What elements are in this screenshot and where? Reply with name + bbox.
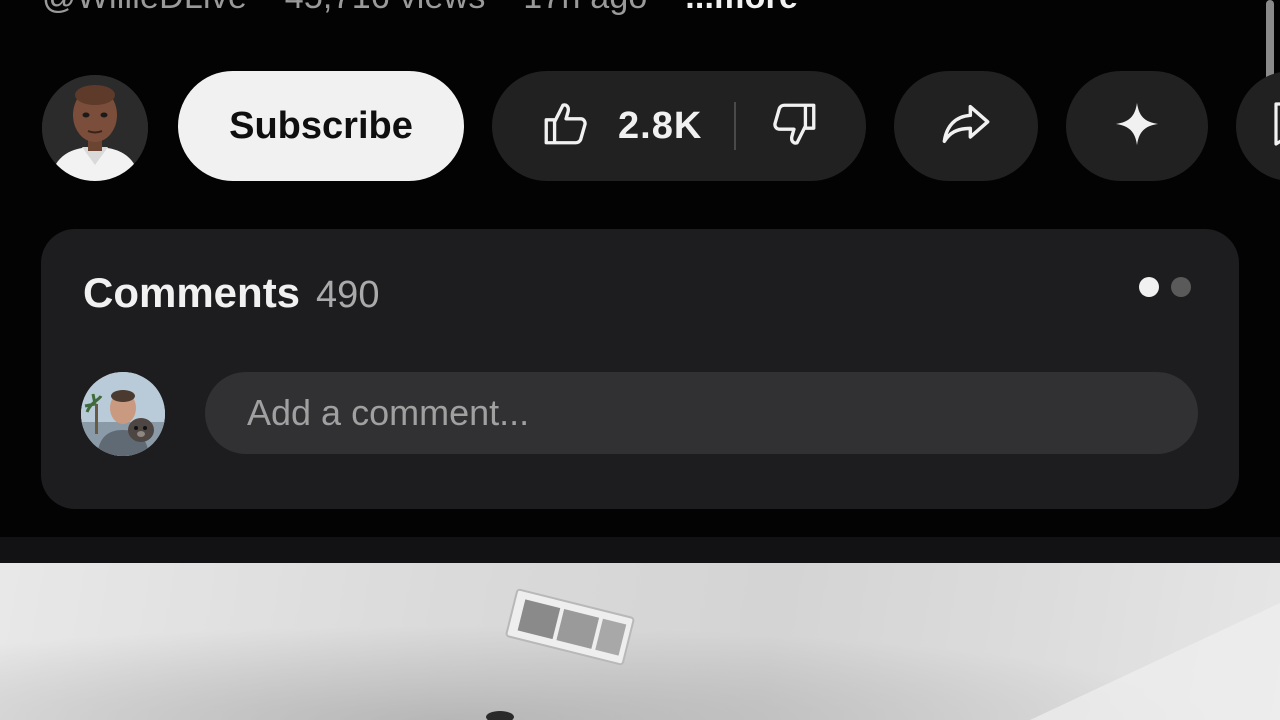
thumbs-down-icon <box>770 99 820 154</box>
pager-dot-inactive[interactable] <box>1171 277 1191 297</box>
comments-title: Comments <box>83 269 301 316</box>
user-avatar <box>81 372 165 456</box>
comments-header: Comments 490 <box>83 269 379 317</box>
share-button[interactable] <box>894 71 1038 181</box>
comments-pager <box>1139 277 1191 297</box>
sparkle-icon <box>1114 101 1160 152</box>
comment-input[interactable] <box>205 372 1198 454</box>
next-video-thumbnail[interactable] <box>0 563 1280 720</box>
thumbs-up-icon <box>540 99 590 154</box>
channel-avatar[interactable] <box>42 75 148 181</box>
section-divider <box>0 537 1280 563</box>
view-count: 45,716 views <box>285 0 486 16</box>
like-count: 2.8K <box>618 104 703 147</box>
youtube-watch-page: @WillieDLive 45,716 views 17h ago ...mor… <box>0 0 1280 720</box>
upload-age: 17h ago <box>523 0 647 16</box>
ask-ai-button[interactable] <box>1066 71 1208 181</box>
save-button[interactable] <box>1236 71 1280 181</box>
like-button[interactable]: 2.8K <box>492 71 734 181</box>
comments-card[interactable]: Comments 490 <box>41 229 1239 509</box>
like-dislike-group: 2.8K <box>492 71 866 181</box>
user-avatar-image <box>81 372 165 456</box>
comments-count: 490 <box>316 274 380 316</box>
subscribe-button[interactable]: Subscribe <box>178 71 464 181</box>
video-meta-line[interactable]: @WillieDLive 45,716 views 17h ago ...mor… <box>42 0 826 17</box>
pager-dot-active[interactable] <box>1139 277 1159 297</box>
more-link[interactable]: ...more <box>685 0 798 16</box>
next-video-image <box>0 563 1280 720</box>
channel-avatar-image <box>42 75 148 181</box>
save-icon <box>1272 100 1280 153</box>
share-icon <box>940 98 992 155</box>
dislike-button[interactable] <box>736 71 820 181</box>
channel-handle[interactable]: @WillieDLive <box>42 0 247 16</box>
action-row: Subscribe 2.8K <box>0 71 1280 181</box>
